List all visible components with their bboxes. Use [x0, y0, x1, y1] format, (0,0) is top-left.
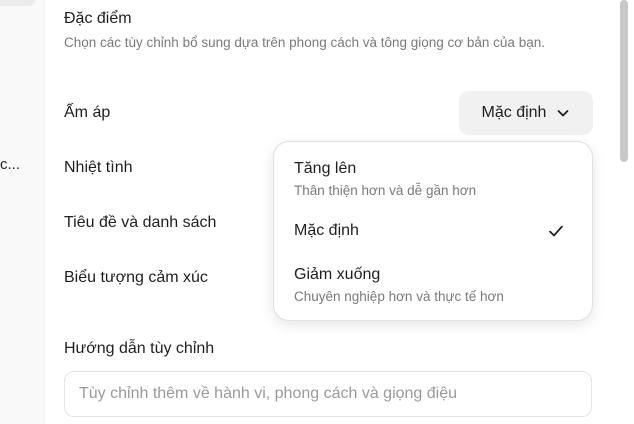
section-description: Chọn các tùy chỉnh bổ sung dựa trên phon…: [64, 35, 545, 50]
warmth-label: Ấm áp: [64, 104, 111, 121]
option-description: Chuyên nghiệp hơn và thực tế hơn: [294, 289, 504, 304]
option-title: Mặc định: [294, 222, 359, 239]
sidebar-active-item[interactable]: [0, 0, 35, 6]
option-title: Tăng lên: [294, 160, 357, 177]
chevron-down-icon: [556, 106, 570, 120]
sidebar: c...: [0, 0, 45, 424]
dropdown-option-default[interactable]: Mặc định: [282, 212, 584, 252]
dropdown-option-increase[interactable]: Tăng lên Thân thiện hơn và dễ gần hơn: [282, 150, 584, 206]
section-title: Đặc điểm: [64, 10, 132, 27]
warmth-select[interactable]: Mặc định: [459, 91, 593, 135]
option-description: Thân thiện hơn và dễ gần hơn: [294, 183, 477, 198]
dropdown-option-decrease[interactable]: Giảm xuống Chuyên nghiệp hơn và thực tế …: [282, 256, 584, 312]
warmth-select-value: Mặc định: [481, 104, 547, 121]
enthusiasm-label: Nhiệt tình: [64, 159, 133, 176]
option-title: Giảm xuống: [294, 266, 381, 283]
custom-instructions-input[interactable]: [64, 371, 592, 417]
check-icon: [548, 223, 564, 244]
scrollbar-thumb[interactable]: [620, 0, 628, 162]
custom-instructions-label: Hướng dẫn tùy chỉnh: [64, 340, 215, 357]
emoji-label: Biểu tượng cảm xúc: [64, 269, 208, 286]
headers-lists-label: Tiêu đề và danh sách: [64, 214, 217, 231]
sidebar-item-truncated[interactable]: c...: [0, 156, 20, 173]
warmth-dropdown-menu: Tăng lên Thân thiện hơn và dễ gần hơn Mặ…: [273, 141, 593, 321]
